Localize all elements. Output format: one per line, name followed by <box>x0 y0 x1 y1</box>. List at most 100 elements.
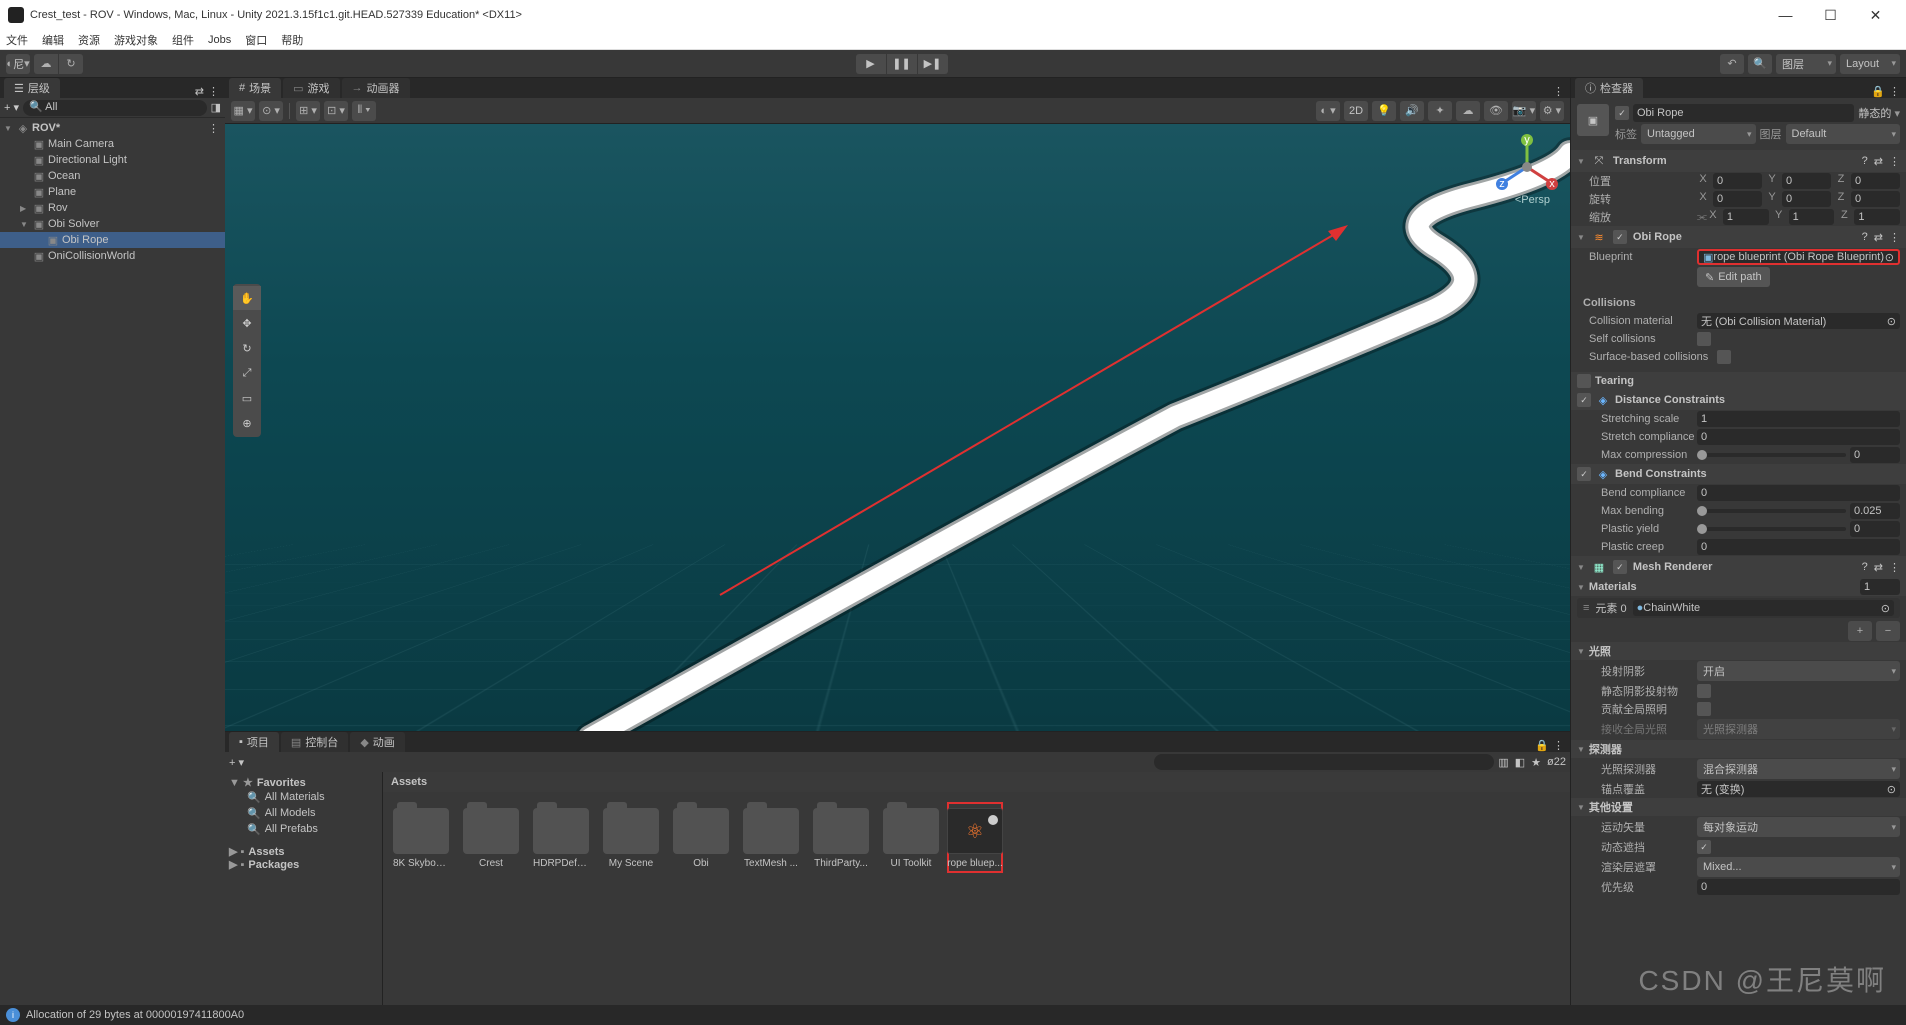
object-enabled-checkbox[interactable] <box>1615 106 1629 120</box>
layer-dropdown[interactable]: Default <box>1786 124 1901 144</box>
asset-folder[interactable]: TextMesh ... <box>743 808 799 869</box>
preset-icon[interactable]: ⇄ <box>1874 155 1883 168</box>
menu-component[interactable]: 组件 <box>172 32 194 48</box>
camera-button[interactable]: 📷 ▾ <box>1512 101 1536 121</box>
minimize-button[interactable]: — <box>1763 0 1808 30</box>
2d-toggle[interactable]: 2D <box>1344 101 1368 121</box>
favorites-header[interactable]: ▼ ★ Favorites <box>229 776 378 789</box>
max-compression-slider[interactable] <box>1697 453 1846 457</box>
transform-component-header[interactable]: ▼⤧ Transform ?⇄⋮ <box>1571 150 1906 172</box>
hierarchy-item[interactable]: ▣Ocean <box>0 168 225 184</box>
dynamic-occlusion-checkbox[interactable] <box>1697 840 1711 854</box>
help-icon[interactable]: ? <box>1862 155 1868 168</box>
audio-toggle[interactable]: 🔊 <box>1400 101 1424 121</box>
object-icon[interactable]: ▣ <box>1577 104 1609 136</box>
collision-material-field[interactable]: 无 (Obi Collision Material)⊙ <box>1697 313 1900 329</box>
cast-shadows-dropdown[interactable]: 开启 <box>1697 661 1900 681</box>
plastic-yield-value[interactable]: 0 <box>1850 521 1900 537</box>
asset-folder[interactable]: 8K Skybox ... <box>393 808 449 869</box>
tearing-checkbox[interactable] <box>1577 374 1591 388</box>
sky-toggle[interactable]: ☁ <box>1456 101 1480 121</box>
pos-z[interactable]: 0 <box>1851 173 1900 189</box>
pause-button[interactable]: ❚❚ <box>887 54 917 74</box>
object-picker-icon[interactable]: ⊙ <box>1885 251 1894 264</box>
tool-snap-button[interactable]: ⊡ ▾ <box>324 101 348 121</box>
distance-constraints-checkbox[interactable] <box>1577 393 1591 407</box>
obirope-component-header[interactable]: ▼≋ Obi Rope ?⇄⋮ <box>1571 226 1906 248</box>
account-button[interactable]: ◐ 尼 ▾ <box>6 54 30 74</box>
object-name-field[interactable]: Obi Rope <box>1633 104 1854 122</box>
asset-folder[interactable]: My Scene <box>603 808 659 869</box>
surface-collisions-checkbox[interactable] <box>1717 350 1731 364</box>
rot-x[interactable]: 0 <box>1713 191 1762 207</box>
fx-toggle[interactable]: ✦ <box>1428 101 1452 121</box>
assets-tree-header[interactable]: ▶ ▪ Assets <box>229 845 378 858</box>
animator-tab[interactable]: → 动画器 <box>342 78 410 98</box>
scene-menu-icon[interactable]: ⋮ <box>1553 85 1564 98</box>
motion-vectors-dropdown[interactable]: 每对象运动 <box>1697 817 1900 837</box>
rot-z[interactable]: 0 <box>1851 191 1900 207</box>
asset-folder[interactable]: Crest <box>463 808 519 869</box>
tool-pivot-button[interactable]: ⊙ ▾ <box>259 101 283 121</box>
max-compression-value[interactable]: 0 <box>1850 447 1900 463</box>
static-shadow-checkbox[interactable] <box>1697 684 1711 698</box>
packages-tree-header[interactable]: ▶ ▪ Packages <box>229 858 378 871</box>
pos-y[interactable]: 0 <box>1782 173 1831 189</box>
info-icon[interactable]: i <box>6 1008 20 1022</box>
proj-save-search-icon[interactable]: ★ <box>1531 756 1541 769</box>
scale-link-icon[interactable]: ⫘ <box>1697 211 1707 224</box>
rotate-tool[interactable]: ↻ <box>233 336 261 360</box>
fav-all-prefabs[interactable]: 🔍 All Prefabs <box>229 821 378 837</box>
rect-tool[interactable]: ▭ <box>233 386 261 410</box>
scale-tool[interactable]: ⤢ <box>233 361 261 385</box>
rot-y[interactable]: 0 <box>1782 191 1831 207</box>
max-bending-slider[interactable] <box>1697 509 1846 513</box>
stretching-scale-field[interactable]: 1 <box>1697 411 1900 427</box>
priority-field[interactable]: 0 <box>1697 879 1900 895</box>
material-remove-button[interactable]: − <box>1876 621 1900 641</box>
hierarchy-search-input[interactable]: 🔍 All <box>23 100 207 116</box>
orientation-gizmo[interactable]: x y z <box>1492 132 1562 202</box>
hierarchy-item[interactable]: ▶▣Rov <box>0 200 225 216</box>
object-picker-icon[interactable]: ⊙ <box>1887 315 1896 328</box>
tool-grid-button[interactable]: ⊞ ▾ <box>296 101 320 121</box>
material-element-row[interactable]: ≡元素 0● ChainWhite⊙ <box>1577 598 1900 618</box>
materials-count-field[interactable]: 1 <box>1860 579 1900 595</box>
component-menu-icon[interactable]: ⋮ <box>1889 155 1900 168</box>
layout-dropdown[interactable]: Layout <box>1840 54 1900 74</box>
anchor-override-field[interactable]: 无 (变换)⊙ <box>1697 781 1900 797</box>
asset-folder[interactable]: UI Toolkit <box>883 808 939 869</box>
menu-jobs[interactable]: Jobs <box>208 34 231 46</box>
hierarchy-add-button[interactable]: + ▾ <box>4 101 19 114</box>
layers-dropdown[interactable]: 图层 <box>1776 54 1836 74</box>
global-search-button[interactable]: 🔍 <box>1748 54 1772 74</box>
console-tab[interactable]: ▤ 控制台 <box>281 732 348 752</box>
help-icon[interactable]: ? <box>1862 561 1868 574</box>
bend-constraints-checkbox[interactable] <box>1577 467 1591 481</box>
plastic-creep-field[interactable]: 0 <box>1697 539 1900 555</box>
lighting-toggle[interactable]: 💡 <box>1372 101 1396 121</box>
menu-help[interactable]: 帮助 <box>281 32 303 48</box>
proj-hidden-count[interactable]: ø22 <box>1547 756 1566 769</box>
persp-label[interactable]: <Persp <box>1515 194 1550 206</box>
history-button[interactable]: ↻ <box>59 54 83 74</box>
close-button[interactable]: ✕ <box>1853 0 1898 30</box>
rendering-layer-dropdown[interactable]: Mixed... <box>1697 857 1900 877</box>
object-picker-icon[interactable]: ⊙ <box>1881 602 1890 615</box>
tool-view-button[interactable]: ▦ ▾ <box>231 101 255 121</box>
tag-dropdown[interactable]: Untagged <box>1641 124 1756 144</box>
proj-filter-label-icon[interactable]: ◧ <box>1515 756 1525 769</box>
bend-compliance-field[interactable]: 0 <box>1697 485 1900 501</box>
self-collisions-checkbox[interactable] <box>1697 332 1711 346</box>
hierarchy-link-icon[interactable]: ⇄ <box>195 85 204 98</box>
menu-file[interactable]: 文件 <box>6 32 28 48</box>
hierarchy-item[interactable]: ▣Obi Rope <box>0 232 225 248</box>
scale-x[interactable]: 1 <box>1723 209 1769 225</box>
tool-incr-button[interactable]: ⫴ ▾ <box>352 101 376 121</box>
inspector-lock-icon[interactable]: 🔒 <box>1871 85 1885 98</box>
scene-viewport[interactable]: x y z <Persp ✋ ✥ ↻ ⤢ ▭ ⊕ <box>225 124 1570 731</box>
light-probes-dropdown[interactable]: 混合探测器 <box>1697 759 1900 779</box>
hierarchy-item[interactable]: ▣Plane <box>0 184 225 200</box>
menu-edit[interactable]: 编辑 <box>42 32 64 48</box>
meshrenderer-component-header[interactable]: ▼▦ Mesh Renderer ?⇄⋮ <box>1571 556 1906 578</box>
